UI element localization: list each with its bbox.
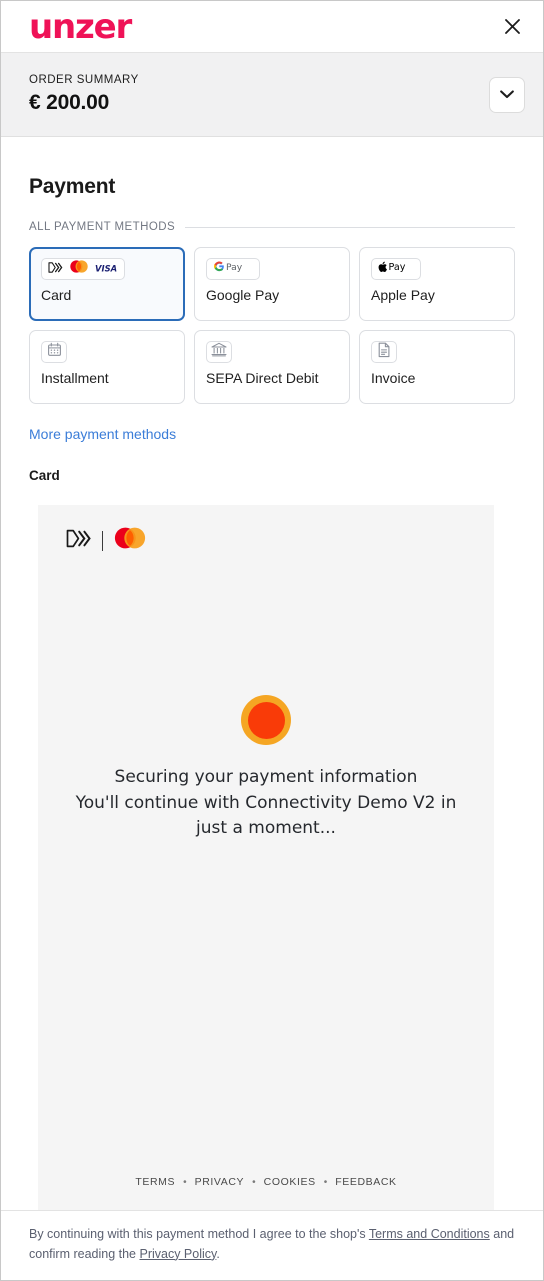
terms-and-conditions-link[interactable]: Terms and Conditions	[369, 1227, 490, 1241]
payment-body: Payment ALL PAYMENT METHODS VISA Card Pa…	[1, 137, 543, 1211]
contactless-icon	[66, 529, 92, 553]
frame-footer-links: TERMS • PRIVACY • COOKIES • FEEDBACK	[38, 1176, 494, 1210]
installment-badge	[41, 341, 67, 363]
legal-disclaimer: By continuing with this payment method I…	[1, 1210, 543, 1280]
privacy-policy-link[interactable]: Privacy Policy	[139, 1247, 216, 1261]
more-payment-methods-link[interactable]: More payment methods	[29, 426, 176, 442]
footer-separator: •	[323, 1176, 328, 1188]
securing-status-block: Securing your payment information You'll…	[38, 695, 494, 840]
bank-icon	[211, 342, 227, 362]
svg-text:VISA: VISA	[95, 264, 117, 273]
loading-spinner	[241, 695, 291, 745]
page-title: Payment	[29, 175, 116, 198]
payment-methods-grid: VISA Card Pay Google Pay Pay Apple Pay I…	[29, 247, 515, 404]
sepa-badge	[206, 341, 232, 363]
order-summary-text: ORDER SUMMARY € 200.00	[29, 74, 139, 115]
payment-method-apple-pay[interactable]: Pay Apple Pay	[359, 247, 515, 321]
order-summary-expand-button[interactable]	[489, 76, 525, 113]
window-header: unzer	[1, 1, 543, 53]
privacy-link[interactable]: PRIVACY	[195, 1176, 245, 1188]
section-label: ALL PAYMENT METHODS	[29, 221, 176, 233]
payment-method-label: Google Pay	[206, 287, 280, 303]
brand-separator	[102, 530, 103, 551]
securing-title: Securing your payment information	[114, 767, 418, 787]
payment-method-sepa-direct-debit[interactable]: SEPA Direct Debit	[194, 330, 350, 404]
close-button[interactable]	[499, 14, 525, 40]
order-summary-label: ORDER SUMMARY	[29, 74, 139, 86]
apple-pay-badge: Pay	[371, 258, 421, 280]
payment-method-label: Apple Pay	[371, 287, 435, 303]
all-payment-methods-divider: ALL PAYMENT METHODS	[29, 221, 515, 233]
spinner-core	[247, 701, 285, 739]
payment-method-card[interactable]: VISA Card	[29, 247, 185, 321]
unzer-logo: unzer	[29, 6, 132, 47]
payment-method-label: Invoice	[371, 370, 416, 386]
card-brands-badge: VISA	[41, 258, 125, 280]
feedback-link[interactable]: FEEDBACK	[335, 1176, 396, 1188]
visa-icon: VISA	[95, 260, 118, 278]
svg-text:Pay: Pay	[226, 262, 243, 273]
invoice-badge	[371, 341, 397, 363]
payment-method-label: Card	[41, 287, 72, 303]
terms-link[interactable]: TERMS	[135, 1176, 175, 1188]
contactless-icon	[48, 260, 63, 278]
payment-method-label: SEPA Direct Debit	[206, 370, 319, 386]
close-icon	[504, 18, 521, 35]
securing-subtitle: You'll continue with Connectivity Demo V…	[75, 793, 457, 838]
disclaimer-text-after: .	[216, 1246, 220, 1261]
payment-method-google-pay[interactable]: Pay Google Pay	[194, 247, 350, 321]
frame-brand-row	[38, 505, 494, 554]
footer-separator: •	[183, 1176, 187, 1188]
svg-text:Pay: Pay	[389, 262, 406, 273]
disclaimer-text-before: By continuing with this payment method I…	[29, 1227, 369, 1242]
order-summary-bar[interactable]: ORDER SUMMARY € 200.00	[1, 53, 543, 137]
mastercard-icon	[69, 260, 89, 278]
divider-line	[185, 226, 515, 228]
order-total-amount: € 200.00	[29, 91, 110, 114]
apple-pay-icon: Pay	[378, 260, 414, 278]
cookies-link[interactable]: COOKIES	[264, 1176, 316, 1188]
document-icon	[377, 342, 391, 363]
mastercard-icon	[113, 527, 147, 554]
google-pay-icon: Pay	[213, 260, 253, 278]
payment-method-label: Installment	[41, 370, 109, 386]
chevron-down-icon	[500, 86, 514, 104]
card-payment-frame: Securing your payment information You'll…	[38, 505, 494, 1211]
google-pay-badge: Pay	[206, 258, 260, 280]
payment-method-installment[interactable]: Installment	[29, 330, 185, 404]
payment-window: unzer ORDER SUMMARY € 200.00 Payment ALL…	[0, 0, 544, 1281]
payment-method-invoice[interactable]: Invoice	[359, 330, 515, 404]
selected-method-heading: Card	[29, 468, 60, 483]
calendar-icon	[47, 342, 62, 362]
footer-separator: •	[252, 1176, 256, 1188]
